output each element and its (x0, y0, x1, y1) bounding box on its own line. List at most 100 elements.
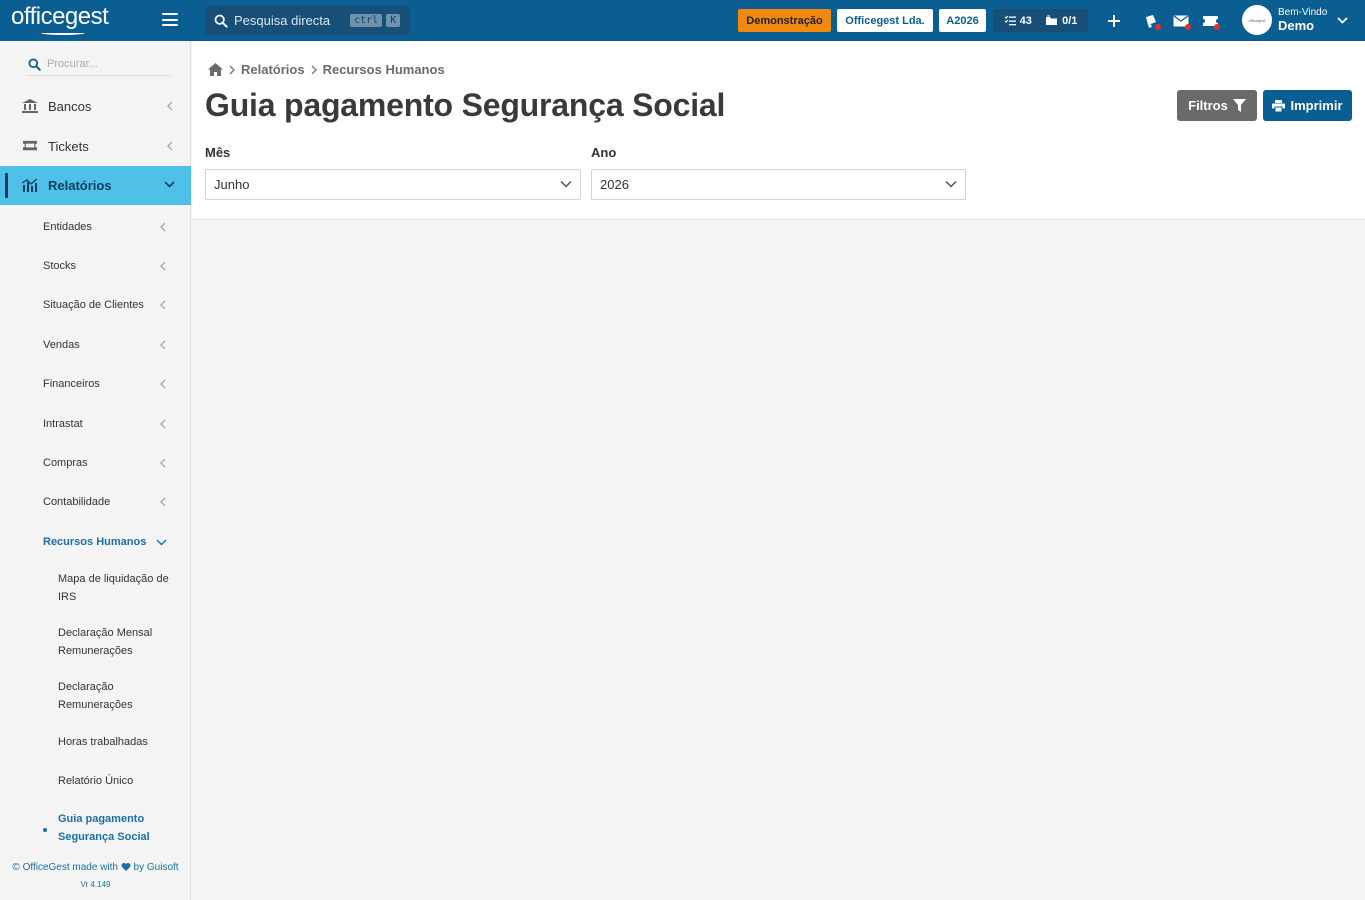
chevron-down-icon (945, 180, 957, 188)
chart-icon (22, 178, 38, 192)
menu-toggle-icon[interactable] (162, 13, 178, 26)
breadcrumb-recursos-humanos[interactable]: Recursos Humanos (323, 62, 445, 77)
page-title: Guia pagamento Segurança Social (205, 87, 726, 123)
notifications-icon[interactable] (1141, 11, 1161, 31)
sidebar-leaf-guia-seguranca-social[interactable]: Guia pagamento Segurança Social (58, 810, 182, 846)
chevron-left-icon (167, 101, 173, 111)
sidebar-sub-label: Compras (43, 457, 88, 469)
year-label: Ano (591, 145, 617, 160)
sidebar-sub-label: Recursos Humanos (43, 536, 147, 548)
footer-left: © OfficeGest made with (12, 862, 118, 873)
sidebar-sub-financeiros[interactable]: Financeiros (43, 378, 183, 390)
chevron-left-icon (160, 300, 166, 310)
footer-right: by Guisoft (133, 862, 179, 873)
sidebar-leaf-declaracao-remuneracoes[interactable]: Declaração Remunerações (58, 678, 182, 714)
folders-count: 0/1 (1062, 14, 1078, 27)
tasks-count: 43 (1019, 14, 1032, 27)
sidebar-item-label: Tickets (48, 139, 89, 154)
chevron-right-icon (229, 65, 235, 74)
sidebar-sub-label: Intrastat (43, 418, 83, 430)
shortcut-ctrl: ctrl (350, 14, 383, 27)
task-list-icon (1004, 15, 1016, 26)
sidebar-sub-label: Vendas (43, 339, 80, 351)
search-placeholder: Pesquisa directa (234, 13, 331, 28)
year-select[interactable]: 2026 (591, 169, 966, 200)
sidebar-leaf-horas-trabalhadas[interactable]: Horas trabalhadas (58, 733, 182, 751)
sidebar-sub-recursos-humanos[interactable]: Recursos Humanos (43, 536, 183, 548)
chevron-left-icon (160, 497, 166, 507)
month-select[interactable]: Junho (205, 169, 581, 200)
sidebar-leaf-mapa-irs[interactable]: Mapa de liquidação de IRS (58, 570, 182, 606)
sidebar-leaf-relatorio-unico[interactable]: Relatório Único (58, 772, 182, 790)
sidebar-item-tickets[interactable]: Tickets (0, 127, 191, 166)
chevron-left-icon (160, 261, 166, 271)
sidebar-sub-label: Entidades (43, 221, 92, 233)
sidebar-sub-intrastat[interactable]: Intrastat (43, 418, 183, 430)
filters-label: Filtros (1188, 98, 1228, 113)
breadcrumb: Relatórios Recursos Humanos (208, 62, 445, 77)
home-icon[interactable] (208, 63, 223, 76)
sidebar: Procurar... Bancos Tickets Relatórios En… (0, 41, 191, 900)
search-icon (28, 57, 41, 71)
logo-text: officegest (11, 3, 109, 30)
global-search-input[interactable]: Pesquisa directa ctrl K (205, 6, 410, 35)
filter-icon (1232, 99, 1246, 112)
user-menu[interactable]: officegest Bem-Vindo Demo (1242, 5, 1348, 35)
chevron-down-icon (156, 539, 167, 546)
chevron-left-icon (160, 419, 166, 429)
sidebar-sub-entidades[interactable]: Entidades (43, 221, 183, 233)
ticket-alert-icon[interactable] (1200, 11, 1220, 31)
bank-icon (22, 99, 38, 113)
top-bar: officegest Pesquisa directa ctrl K Demon… (0, 0, 1365, 41)
mail-dot (1185, 24, 1191, 30)
month-label: Mês (205, 145, 231, 160)
print-label: Imprimir (1290, 98, 1343, 113)
chevron-down-icon (1337, 16, 1348, 24)
sidebar-leaf-declaracao-mensal[interactable]: Declaração Mensal Remunerações (58, 624, 182, 660)
mail-icon[interactable] (1171, 11, 1191, 31)
sidebar-sub-compras[interactable]: Compras (43, 457, 183, 469)
sidebar-search-placeholder: Procurar... (47, 58, 98, 70)
user-name: Demo (1278, 18, 1315, 33)
sidebar-sub-label: Stocks (43, 260, 77, 272)
year-badge[interactable]: A2026 (939, 9, 986, 32)
sidebar-search-input[interactable]: Procurar... (28, 53, 170, 76)
shortcut-k: K (386, 14, 401, 27)
chevron-left-icon (160, 340, 166, 350)
chevron-right-icon (311, 65, 317, 74)
breadcrumb-relatorios[interactable]: Relatórios (241, 62, 305, 77)
welcome-text: Bem-Vindo (1278, 7, 1328, 18)
sidebar-item-label: Bancos (48, 99, 92, 114)
sidebar-sub-label: Contabilidade (43, 496, 111, 508)
logo-swoosh (41, 31, 85, 35)
app-version: Vr 4.149 (80, 880, 111, 889)
chevron-down-icon (164, 181, 175, 188)
sidebar-item-relatorios[interactable]: Relatórios (0, 166, 191, 205)
sidebar-sub-contabilidade[interactable]: Contabilidade (43, 496, 183, 508)
add-icon[interactable] (1104, 11, 1124, 31)
sidebar-item-bancos[interactable]: Bancos (0, 87, 191, 126)
filters-button[interactable]: Filtros (1177, 90, 1257, 121)
officegest-logo[interactable]: officegest (11, 3, 109, 35)
sidebar-sub-vendas[interactable]: Vendas (43, 339, 183, 351)
sidebar-sub-situacao-clientes[interactable]: Situação de Clientes (43, 299, 183, 311)
month-value: Junho (214, 177, 250, 192)
chevron-down-icon (560, 180, 572, 188)
ticket-icon (22, 140, 38, 151)
heart-icon (121, 863, 131, 871)
printer-icon (1272, 99, 1286, 112)
sidebar-sub-stocks[interactable]: Stocks (43, 260, 183, 272)
notification-dot (1155, 24, 1161, 30)
active-leaf-dot (43, 828, 47, 832)
ticket-dot (1214, 24, 1220, 30)
counts-badge[interactable]: 43 0/1 (993, 9, 1088, 32)
sidebar-item-label: Relatórios (48, 178, 112, 193)
search-icon (214, 14, 228, 28)
sidebar-sub-label: Financeiros (43, 378, 100, 390)
sidebar-footer: © OfficeGest made with by Guisoft Vr 4.1… (0, 862, 191, 889)
chevron-left-icon (160, 222, 166, 232)
print-button[interactable]: Imprimir (1263, 90, 1352, 121)
company-badge[interactable]: Officegest Lda. (837, 9, 933, 32)
folder-icon (1046, 15, 1058, 25)
demo-badge[interactable]: Demonstração (738, 9, 831, 32)
